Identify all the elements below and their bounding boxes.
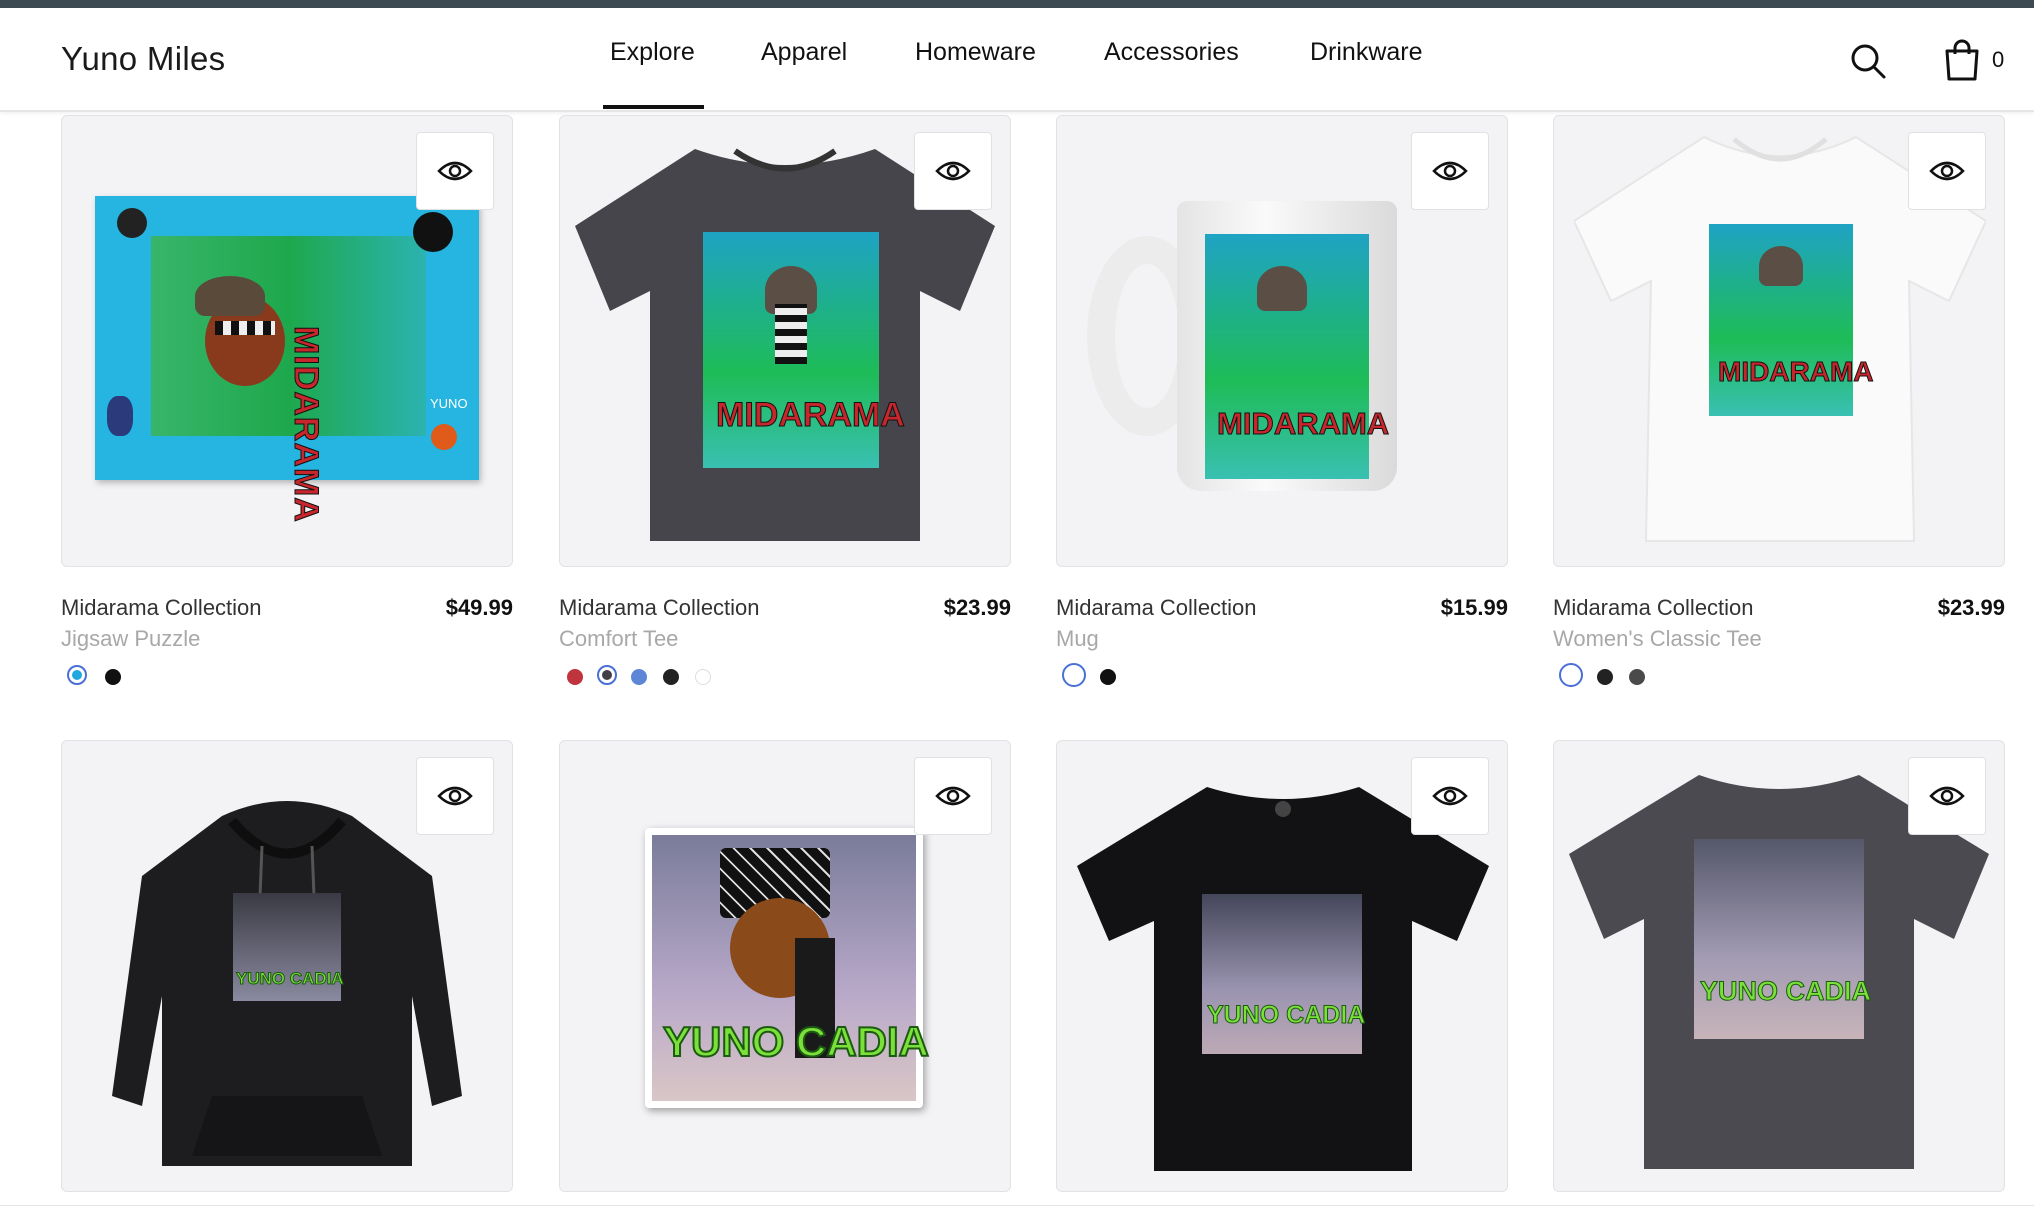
print-character-face — [775, 304, 807, 364]
print-panel — [1202, 894, 1362, 1054]
color-swatch[interactable] — [1062, 663, 1086, 687]
product-title[interactable]: Midarama Collection — [1056, 595, 1257, 621]
eye-icon — [1929, 786, 1965, 806]
color-swatch[interactable] — [1100, 669, 1116, 685]
print-title-art: MIDARAMA — [716, 396, 906, 435]
product-image[interactable]: YUNO CADIA — [1056, 740, 1508, 1192]
puzzle-title-art: MIDARAMA — [287, 326, 326, 524]
product-price: $15.99 — [1440, 595, 1508, 620]
search-button[interactable] — [1848, 41, 1888, 81]
color-swatch[interactable] — [663, 669, 679, 685]
quick-view-button[interactable] — [416, 132, 494, 210]
nav-homeware[interactable]: Homeware — [915, 38, 1036, 67]
print-character — [1759, 246, 1803, 286]
product-subtitle: Jigsaw Puzzle — [61, 626, 201, 651]
quick-view-button[interactable] — [914, 132, 992, 210]
quick-view-button[interactable] — [416, 757, 494, 835]
color-swatch[interactable] — [567, 669, 583, 685]
eye-icon — [1432, 786, 1468, 806]
product-title[interactable]: Midarama Collection — [559, 595, 760, 621]
search-icon — [1851, 44, 1886, 79]
product-subtitle: Women's Classic Tee — [1553, 626, 1762, 651]
print-character — [1257, 266, 1307, 311]
product-image[interactable]: YUNO CADIA — [61, 740, 513, 1192]
product-subtitle: Comfort Tee — [559, 626, 679, 651]
quick-view-button[interactable] — [1411, 757, 1489, 835]
product-subtitle: Mug — [1056, 626, 1099, 651]
quick-view-button[interactable] — [1411, 132, 1489, 210]
product-price: $49.99 — [445, 595, 513, 620]
quick-view-button[interactable] — [914, 757, 992, 835]
color-swatch[interactable] — [1597, 669, 1613, 685]
print-title-art: MIDARAMA — [1718, 356, 1875, 388]
product-price: $23.99 — [943, 595, 1011, 620]
eye-icon — [437, 161, 473, 181]
color-swatch[interactable] — [1629, 669, 1645, 685]
quick-view-button[interactable] — [1908, 132, 1986, 210]
product-image[interactable]: YUNO CADIA — [559, 740, 1011, 1192]
cart-count: 0 — [1992, 47, 2005, 72]
mug-title-art: MIDARAMA — [1216, 406, 1390, 442]
product-price: $23.99 — [1937, 595, 2005, 620]
product-title[interactable]: Midarama Collection — [61, 595, 262, 621]
nav-explore[interactable]: Explore — [610, 38, 695, 67]
print-title-art: YUNO CADIA — [236, 969, 345, 989]
print-panel — [1694, 839, 1864, 1039]
eye-icon — [1929, 161, 1965, 181]
color-swatch[interactable] — [1559, 663, 1583, 687]
eye-icon — [935, 786, 971, 806]
color-swatch[interactable] — [631, 669, 647, 685]
product-image[interactable]: MIDARAMA YUNO — [61, 115, 513, 567]
product-title[interactable]: Midarama Collection — [1553, 595, 1754, 621]
print-title-art: YUNO CADIA — [1699, 976, 1872, 1007]
puzzle-corner-text: YUNO — [430, 396, 468, 411]
eye-icon — [437, 786, 473, 806]
product-image[interactable]: YUNO CADIA — [1553, 740, 2005, 1192]
nav-drinkware[interactable]: Drinkware — [1310, 38, 1423, 67]
top-accent-bar — [0, 0, 2034, 8]
nav-accessories[interactable]: Accessories — [1104, 38, 1239, 67]
color-swatch[interactable] — [597, 665, 617, 685]
cart-button[interactable] — [1942, 38, 1982, 82]
product-image[interactable]: MIDARAMA — [1553, 115, 2005, 567]
color-swatch[interactable] — [695, 669, 711, 685]
product-image[interactable]: MIDARAMA — [1056, 115, 1508, 567]
shopping-bag-icon — [1945, 39, 1979, 81]
color-swatch[interactable] — [67, 665, 87, 685]
sticker-title-art: YUNO CADIA — [662, 1017, 930, 1066]
brand-logo[interactable]: Yuno Miles — [61, 40, 225, 78]
quick-view-button[interactable] — [1908, 757, 1986, 835]
sticker-artwork: YUNO CADIA — [645, 828, 930, 1108]
site-header: Yuno Miles Explore Apparel Homeware Acce… — [0, 8, 2034, 112]
active-nav-indicator — [603, 105, 704, 109]
product-image[interactable]: MIDARAMA — [559, 115, 1011, 567]
eye-icon — [935, 161, 971, 181]
eye-icon — [1432, 161, 1468, 181]
print-title-art: YUNO CADIA — [1206, 1001, 1366, 1030]
color-swatch[interactable] — [105, 669, 121, 685]
nav-apparel[interactable]: Apparel — [761, 38, 847, 67]
puzzle-artwork: MIDARAMA YUNO — [95, 196, 479, 523]
